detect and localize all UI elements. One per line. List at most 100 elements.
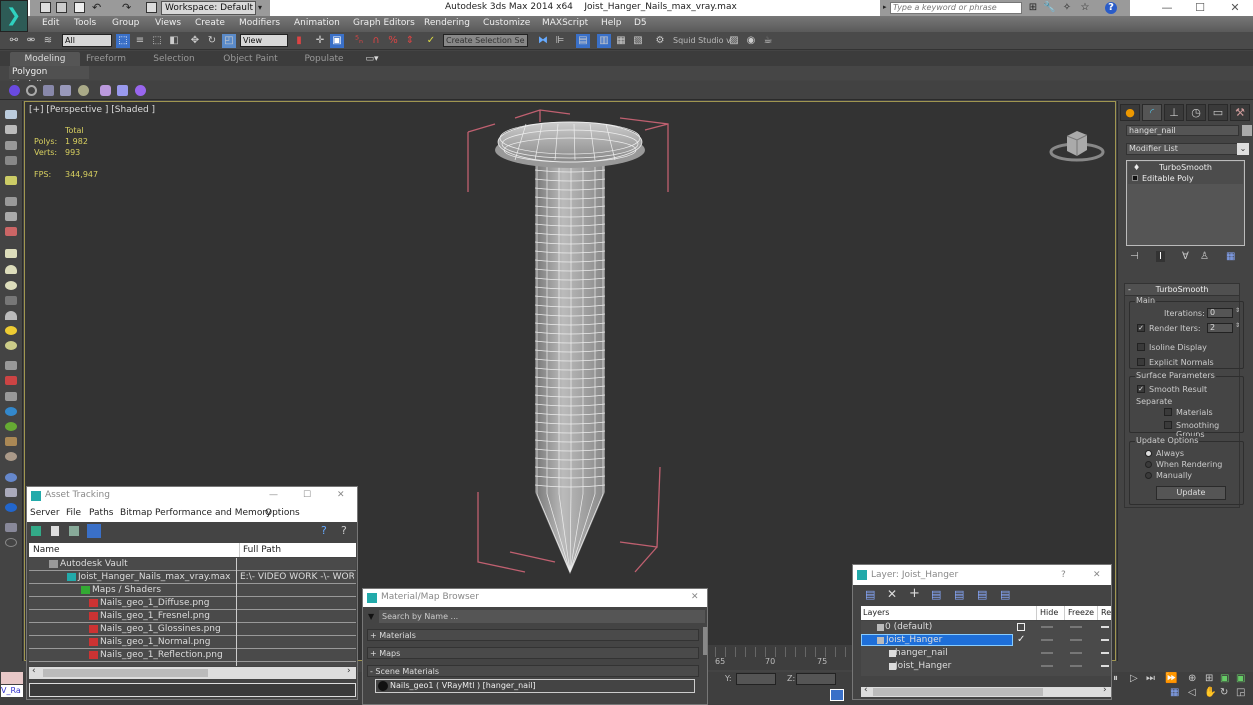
remove-modifier-icon[interactable]: ♙ <box>1200 251 1209 262</box>
create-tab-icon[interactable]: ● <box>1120 104 1140 121</box>
object-color-swatch[interactable] <box>1242 125 1252 136</box>
layer-manager-icon[interactable]: ▥ <box>597 34 611 48</box>
col-hide[interactable]: Hide <box>1036 606 1061 620</box>
asset-row[interactable]: Nails_geo_1_Reflection.png <box>29 649 356 662</box>
scroll-left-icon[interactable]: ‹ <box>32 666 36 676</box>
tool-icon-25[interactable] <box>5 503 17 512</box>
update-manually-radio[interactable] <box>1145 472 1152 479</box>
pan-icon[interactable]: ✋ <box>1204 687 1216 698</box>
isoline-display-checkbox[interactable] <box>1137 343 1145 351</box>
rotate-icon[interactable]: ↻ <box>205 34 219 48</box>
pivot-center-icon[interactable]: ▮ <box>292 34 306 48</box>
play-icon[interactable]: ▷ <box>1130 673 1138 684</box>
tool-icon-10[interactable] <box>5 265 17 274</box>
binoculars-icon[interactable]: ⊞ <box>1027 2 1039 14</box>
tool-icon-16[interactable] <box>5 361 17 370</box>
camera-2-icon[interactable] <box>60 85 71 96</box>
z-coord-field[interactable] <box>796 673 836 685</box>
col-freeze[interactable]: Freeze <box>1064 606 1094 620</box>
menu-create[interactable]: Create <box>195 18 225 28</box>
rectangle-selection-icon[interactable]: ⬚ <box>150 34 164 48</box>
walkthrough-icon[interactable]: ◁ <box>1188 687 1196 698</box>
keyword-search-input[interactable]: Type a keyword or phrase <box>890 2 1022 14</box>
menu-paths[interactable]: Paths <box>89 508 113 518</box>
asset-row[interactable]: Nails_geo_1_Normal.png <box>29 636 356 649</box>
timeline-ticks[interactable] <box>705 647 855 657</box>
close-button[interactable]: ✕ <box>337 487 345 504</box>
asset-row[interactable]: Maps / Shaders <box>29 584 356 597</box>
expand-plus-icon[interactable] <box>1132 175 1138 181</box>
minimize-button[interactable]: — <box>1157 1 1177 15</box>
menu-tools[interactable]: Tools <box>74 18 96 28</box>
timeline[interactable]: 65 70 75 <box>705 645 855 670</box>
hide-toggle[interactable] <box>1041 652 1053 654</box>
graphite-toolbar-icon[interactable]: ▦ <box>614 34 628 48</box>
goto-start-icon[interactable]: ⏸ <box>1113 673 1118 684</box>
separate-smoothing-groups-checkbox[interactable] <box>1164 421 1172 429</box>
align-icon[interactable]: ⊫ <box>553 34 567 48</box>
y-coord-field[interactable] <box>736 673 776 685</box>
asset-row[interactable]: Nails_geo_1_Glossines.png <box>29 623 356 636</box>
zoom-extents-icon[interactable]: ▣ <box>1220 673 1229 684</box>
scale-icon[interactable]: ◰ <box>222 34 236 48</box>
tool-icon-17[interactable] <box>5 376 17 385</box>
maxscript-mini-listener-bottom[interactable]: V_Ra <box>1 685 23 697</box>
help-icon[interactable]: ? <box>1105 2 1117 14</box>
menu-bitmap-performance[interactable]: Bitmap Performance and Memory <box>120 508 271 518</box>
close-button[interactable]: ✕ <box>1093 565 1101 585</box>
goto-end-icon[interactable]: ⏩ <box>1165 673 1177 684</box>
minimize-button[interactable]: — <box>269 487 278 504</box>
scroll-left-icon[interactable]: ‹ <box>864 685 868 695</box>
tool-icon-9[interactable] <box>5 249 17 258</box>
tab-populate[interactable]: Populate <box>298 52 350 66</box>
motion-tab-icon[interactable]: ◷ <box>1186 104 1206 121</box>
menu-animation[interactable]: Animation <box>294 18 340 28</box>
tool-icon-13[interactable] <box>5 311 17 320</box>
refresh-icon[interactable] <box>26 85 37 96</box>
hide-toggle[interactable] <box>1041 665 1053 667</box>
col-render[interactable]: Rend <box>1097 606 1111 620</box>
select-and-link-icon[interactable]: ⚯ <box>7 34 21 48</box>
favorites-star-icon[interactable]: ☆ <box>1079 2 1091 14</box>
add-to-layer-icon[interactable]: + <box>909 586 920 601</box>
edit-named-selection-icon[interactable]: ✓ <box>424 34 438 48</box>
collapse-icon[interactable]: - <box>1128 284 1131 296</box>
tool-icon-2[interactable] <box>5 125 17 134</box>
menu-d5[interactable]: D5 <box>634 18 647 28</box>
render-toggle[interactable] <box>1101 652 1109 654</box>
rollout-header[interactable]: - TurboSmooth <box>1125 284 1239 296</box>
stack-item-turbosmooth[interactable]: ♦ TurboSmooth <box>1128 162 1243 173</box>
layer-row[interactable]: hanger_nail <box>861 647 1111 660</box>
layer-row[interactable]: Joist_Hanger ✓ <box>861 634 1111 647</box>
polygon-modeling-panel[interactable]: Polygon Modeling <box>9 66 89 90</box>
iterations-spinner[interactable]: 0 <box>1207 308 1233 318</box>
update-when-rendering-radio[interactable] <box>1145 461 1152 468</box>
layer-row[interactable]: Joist_Hanger <box>861 660 1111 673</box>
tool-icon-19[interactable] <box>5 407 17 416</box>
table-view-icon[interactable] <box>87 524 101 538</box>
render-iterative-icon[interactable]: ☕ <box>761 34 775 48</box>
squid-studio-label[interactable]: Squid Studio v <box>673 36 731 45</box>
col-full-path[interactable]: Full Path <box>239 543 281 557</box>
layer-row[interactable]: 0 (default) <box>861 621 1111 634</box>
close-button[interactable]: ✕ <box>1225 1 1245 15</box>
save-icon[interactable] <box>74 2 85 13</box>
menu-options[interactable]: Options <box>265 508 300 518</box>
menu-rendering[interactable]: Rendering <box>424 18 470 28</box>
col-layers[interactable]: Layers <box>863 606 889 620</box>
col-name[interactable]: Name <box>33 543 60 557</box>
options-dropdown-icon[interactable]: ▼ <box>368 612 374 621</box>
menu-help[interactable]: Help <box>601 18 622 28</box>
tool-icon-23[interactable] <box>5 473 17 482</box>
materials-section[interactable]: + Materials <box>367 629 699 641</box>
spinner-arrows-icon[interactable]: ⇕ <box>1235 307 1240 314</box>
tool-icon-7[interactable] <box>5 212 17 221</box>
separate-materials-checkbox[interactable] <box>1164 408 1172 416</box>
menu-server[interactable]: Server <box>30 508 60 518</box>
mirror-icon[interactable]: ⧓ <box>536 34 550 48</box>
tool-icon-27[interactable] <box>5 538 17 547</box>
viewcube-icon[interactable] <box>1049 126 1105 166</box>
tool-icon-18[interactable] <box>5 392 17 401</box>
application-menu-button[interactable]: ❯ <box>0 0 28 32</box>
settings-icon[interactable] <box>135 85 146 96</box>
